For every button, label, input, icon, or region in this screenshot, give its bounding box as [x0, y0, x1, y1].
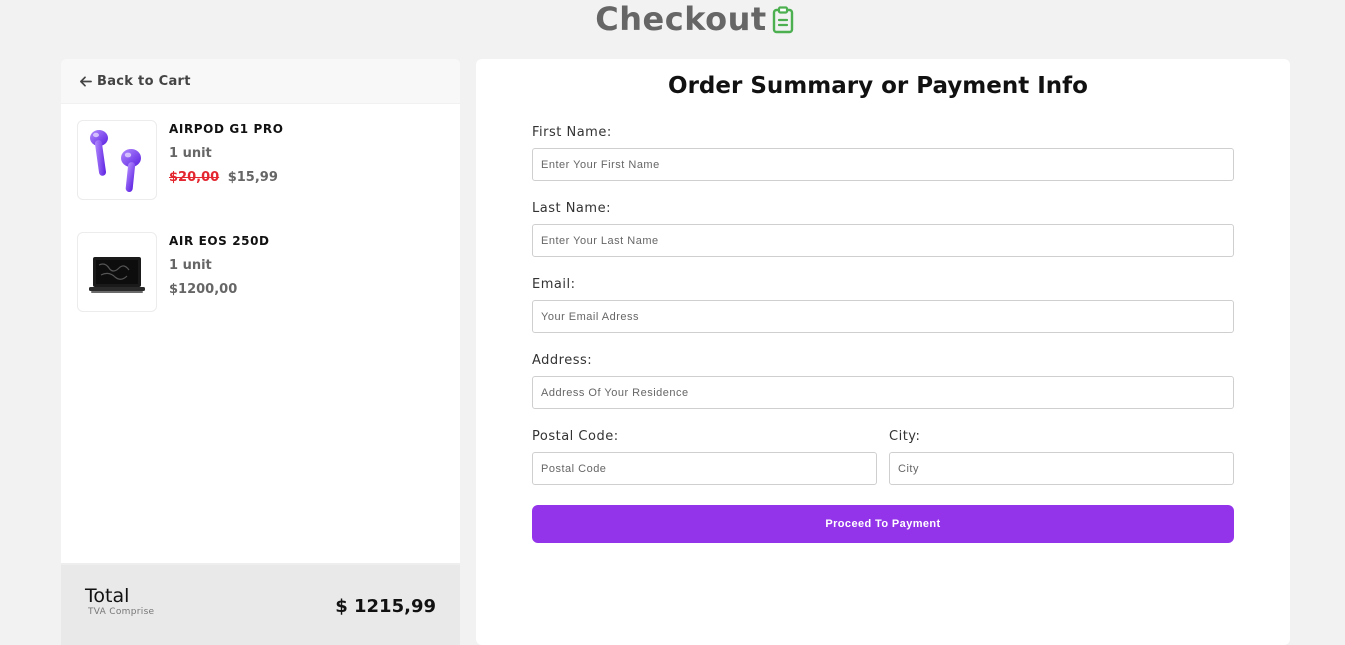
postal-code-label: Postal Code:	[532, 429, 619, 444]
city-label: City:	[889, 429, 921, 444]
product-units: 1 unit	[169, 258, 212, 273]
product-name: AIR EOS 250D	[169, 234, 270, 248]
address-group: Address:	[532, 353, 1234, 409]
arrow-left-icon	[80, 75, 92, 87]
email-label: Email:	[532, 277, 576, 292]
airpods-image	[90, 130, 141, 192]
email-input[interactable]	[532, 300, 1234, 333]
first-name-label: First Name:	[532, 125, 612, 140]
first-name-group: First Name:	[532, 125, 1234, 181]
total-bar: Total TVA Comprise $ 1215,99	[61, 563, 460, 645]
page-header: Checkout	[0, 0, 1345, 38]
product-prices: $1200,00	[169, 282, 237, 297]
back-to-cart-label: Back to Cart	[97, 73, 191, 89]
city-group: City:	[889, 429, 1234, 485]
back-to-cart-link[interactable]: Back to Cart	[79, 74, 191, 89]
postal-code-group: Postal Code:	[532, 429, 877, 485]
first-name-input[interactable]	[532, 148, 1234, 181]
cart-header: Back to Cart	[61, 59, 460, 104]
last-name-group: Last Name:	[532, 201, 1234, 257]
product-name: AIRPOD G1 PRO	[169, 122, 284, 136]
address-input[interactable]	[532, 376, 1234, 409]
cart-item: AIRPOD G1 PRO 1 unit $20,00 $15,99	[77, 120, 447, 200]
address-label: Address:	[532, 353, 593, 368]
product-prices: $20,00 $15,99	[169, 170, 278, 185]
cart-panel: Back to Cart AIRPOD G1 PRO 1 unit $20,00…	[61, 59, 460, 645]
email-group: Email:	[532, 277, 1234, 333]
last-name-input[interactable]	[532, 224, 1234, 257]
product-thumbnail[interactable]	[77, 120, 157, 200]
postal-code-input[interactable]	[532, 452, 877, 485]
page-title: Checkout	[595, 0, 767, 38]
city-input[interactable]	[889, 452, 1234, 485]
laptop-image	[89, 257, 145, 293]
product-units: 1 unit	[169, 146, 212, 161]
form-title: Order Summary or Payment Info	[668, 73, 1088, 99]
last-name-label: Last Name:	[532, 201, 611, 216]
old-price: $20,00	[169, 170, 220, 185]
product-thumbnail[interactable]	[77, 232, 157, 312]
total-value: $ 1215,99	[335, 596, 436, 617]
tax-note: TVA Comprise	[88, 607, 155, 617]
payment-form-panel: Order Summary or Payment Info First Name…	[476, 59, 1290, 645]
proceed-to-payment-button[interactable]: Proceed To Payment	[532, 505, 1234, 543]
clipboard-icon	[772, 6, 793, 34]
total-label: Total	[85, 585, 130, 607]
current-price: $1200,00	[169, 282, 238, 297]
current-price: $15,99	[227, 170, 278, 185]
cart-item: AIR EOS 250D 1 unit $1200,00	[77, 232, 447, 312]
